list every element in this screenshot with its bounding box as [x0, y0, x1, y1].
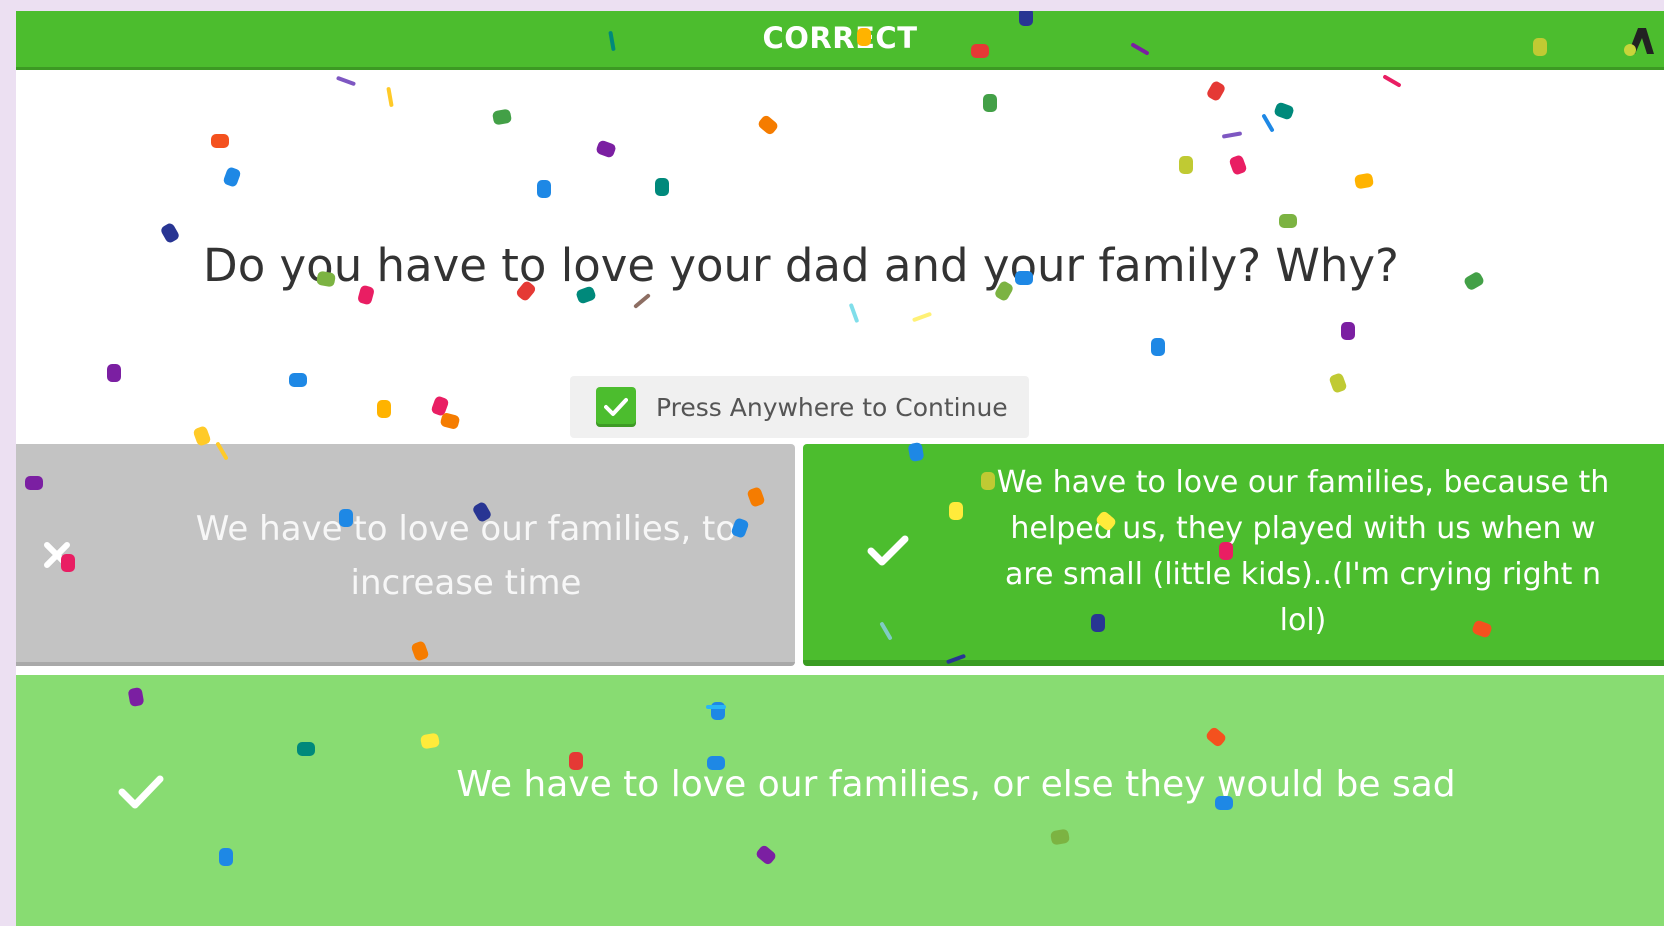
- confetti-piece: [983, 94, 997, 112]
- confetti-piece: [655, 178, 669, 196]
- answer-text: We have to love our families, because th…: [953, 460, 1653, 644]
- confetti-piece: [1179, 156, 1193, 174]
- answer-text-line: lol): [1279, 603, 1327, 638]
- continue-label: Press Anywhere to Continue: [656, 392, 1008, 422]
- confetti-piece: [1229, 155, 1247, 175]
- confetti-piece: [289, 373, 307, 387]
- confetti-piece: [1341, 322, 1355, 340]
- confetti-piece: [596, 140, 616, 158]
- confetti-piece: [440, 413, 460, 429]
- confetti-piece: [1279, 214, 1297, 228]
- answer-text: We have to love our families, to increas…: [195, 509, 737, 603]
- question-text: Do you have to love your dad and your fa…: [203, 239, 1399, 292]
- answer-option-1[interactable]: We have to love our families, to increas…: [16, 444, 795, 666]
- confetti-streamer: [849, 303, 859, 323]
- confetti-piece: [1274, 102, 1294, 120]
- check-icon: [596, 387, 636, 427]
- confetti-piece: [223, 167, 241, 187]
- answer-option-3[interactable]: We have to love our families, or else th…: [16, 675, 1664, 926]
- player-icon: [1624, 28, 1654, 56]
- correct-label: CORRECT: [762, 21, 918, 55]
- confetti-piece: [1207, 81, 1225, 101]
- check-icon: [118, 775, 164, 809]
- confetti-streamer: [633, 293, 651, 309]
- confetti-streamer: [386, 87, 394, 107]
- confetti-piece: [1329, 373, 1347, 393]
- check-icon: [867, 535, 909, 566]
- confetti-piece: [211, 134, 229, 148]
- confetti-streamer: [912, 312, 932, 322]
- continue-button[interactable]: Press Anywhere to Continue: [570, 376, 1029, 438]
- confetti-piece: [1354, 173, 1374, 189]
- close-icon: [44, 542, 70, 568]
- confetti-piece: [492, 109, 512, 125]
- confetti-piece: [431, 396, 449, 416]
- confetti-piece: [537, 180, 551, 198]
- answer-text-line: We have to love our families, because th: [996, 465, 1610, 500]
- quiz-screen[interactable]: CORRECT Do you have to love your dad and…: [16, 11, 1664, 926]
- answer-text: We have to love our families, or else th…: [456, 764, 1456, 805]
- result-banner: CORRECT: [16, 11, 1664, 70]
- confetti-streamer: [336, 76, 356, 86]
- confetti-piece: [377, 400, 391, 418]
- confetti-piece: [1151, 338, 1165, 356]
- confetti-piece: [107, 364, 121, 382]
- confetti-piece: [758, 115, 778, 135]
- confetti-streamer: [1262, 114, 1274, 132]
- answer-text-line: are small (little kids)..(I'm crying rig…: [1005, 557, 1601, 592]
- answer-text-line: helped us, they played with us when w: [1010, 511, 1596, 546]
- confetti-streamer: [1383, 75, 1401, 87]
- answer-option-2[interactable]: We have to love our families, because th…: [803, 444, 1664, 666]
- confetti-streamer: [1222, 131, 1242, 139]
